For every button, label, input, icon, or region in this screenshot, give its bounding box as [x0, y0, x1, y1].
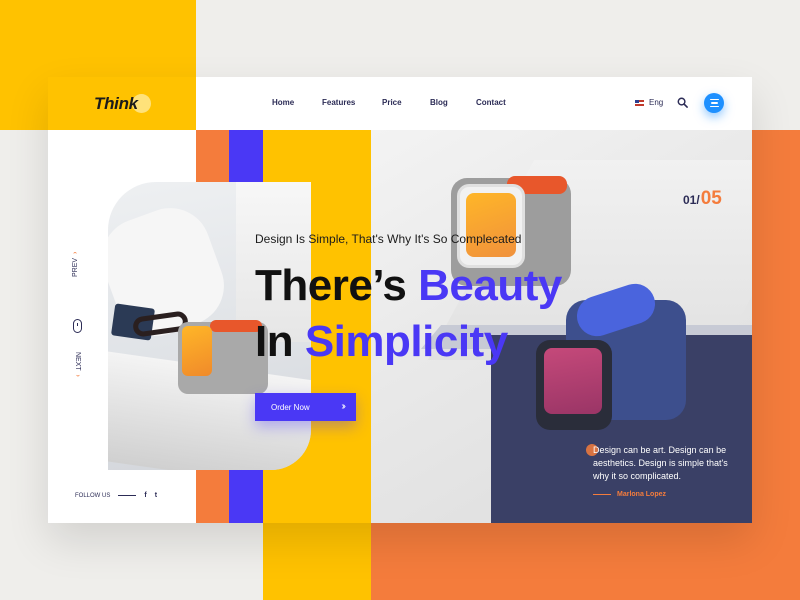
- nav-price[interactable]: Price: [382, 98, 402, 107]
- follow-us: FOLLOW US f t: [75, 492, 157, 499]
- nav-features[interactable]: Features: [322, 98, 355, 107]
- device-screen: [466, 193, 516, 257]
- bg-orange-bottom: [371, 522, 800, 600]
- device-screen: [182, 326, 212, 376]
- follow-label: FOLLOW US: [75, 492, 111, 499]
- headline-highlight: Beauty: [418, 261, 562, 310]
- menu-line: [710, 102, 718, 104]
- chevron-down-icon: ›: [74, 372, 81, 377]
- device-face: [536, 340, 612, 430]
- next-button[interactable]: NEXT ›: [74, 352, 81, 377]
- twitter-icon[interactable]: t: [155, 492, 157, 499]
- headline-text: In: [255, 317, 305, 366]
- hero-headline-line1: There’s Beauty: [255, 264, 562, 308]
- device-face: [457, 184, 525, 268]
- flag-icon: [635, 99, 644, 106]
- bg-yellow-bottom: [263, 522, 371, 600]
- author-name: Marlona Lopez: [617, 491, 667, 498]
- next-label: NEXT: [74, 352, 81, 371]
- mouse-icon: [73, 319, 82, 333]
- slide-total: 05: [700, 188, 722, 209]
- menu-line: [709, 105, 719, 108]
- language-selector[interactable]: Eng: [635, 98, 663, 107]
- slide-current: 01/: [683, 193, 700, 207]
- slide-counter: 01/ 05: [683, 188, 722, 210]
- hero-headline-line2: In Simplicity: [255, 320, 508, 364]
- headline-highlight: Simplicity: [304, 317, 508, 366]
- hero-tagline: Design Is Simple, That's Why It's So Com…: [255, 232, 522, 246]
- facebook-icon[interactable]: f: [144, 492, 146, 499]
- headline-text: There’s: [255, 261, 419, 310]
- search-icon[interactable]: [677, 97, 688, 108]
- menu-line: [709, 98, 719, 101]
- prev-label: PREV: [72, 257, 79, 277]
- menu-icon[interactable]: [704, 93, 724, 113]
- nav-blog[interactable]: Blog: [430, 98, 448, 107]
- follow-divider: [118, 495, 137, 496]
- language-label: Eng: [649, 98, 664, 107]
- order-now-button[interactable]: Order Now ››: [255, 393, 356, 421]
- prev-button[interactable]: PREV ›: [72, 252, 79, 277]
- order-now-label: Order Now: [271, 402, 310, 412]
- double-chevron-right-icon: ››: [341, 401, 345, 412]
- nav-contact[interactable]: Contact: [476, 98, 506, 107]
- device-screen: [544, 348, 602, 414]
- brand-logo[interactable]: Think: [94, 94, 138, 114]
- speaker-device-image-blue: [536, 278, 686, 430]
- quote-author: Marlona Lopez: [593, 491, 666, 498]
- author-divider: [593, 494, 611, 495]
- hero-card: Think Home Features Price Blog Contact E…: [48, 77, 752, 523]
- nav-home[interactable]: Home: [272, 98, 294, 107]
- quote-text: Design can be art. Design can be aesthet…: [593, 445, 728, 481]
- chevron-up-icon: ›: [72, 251, 79, 256]
